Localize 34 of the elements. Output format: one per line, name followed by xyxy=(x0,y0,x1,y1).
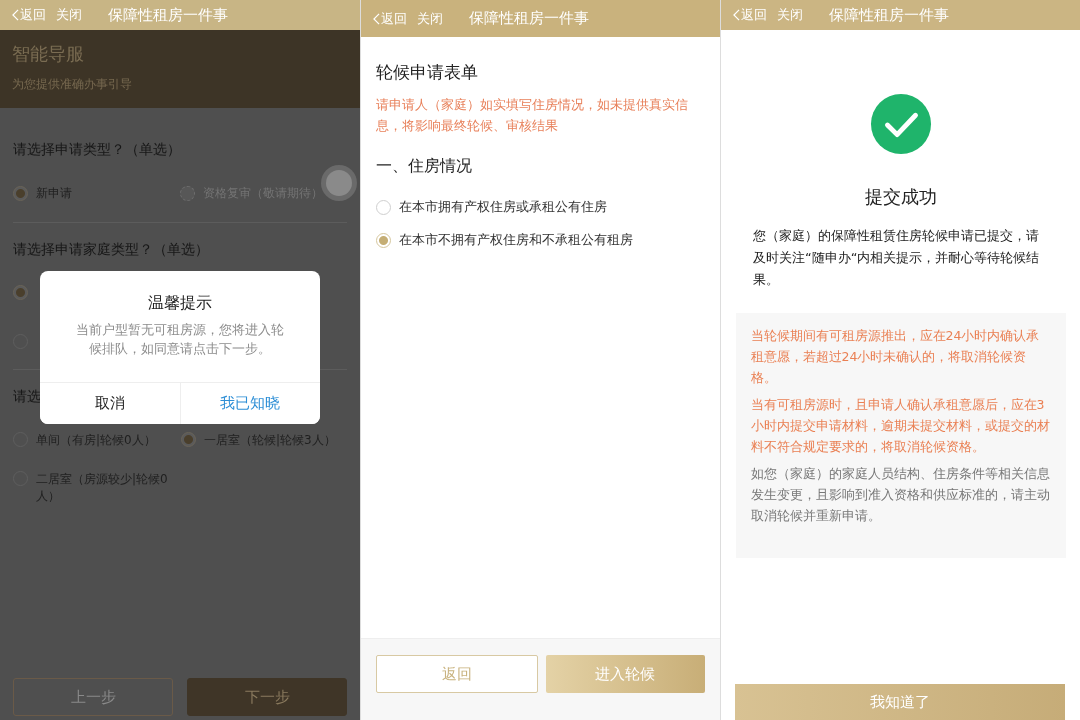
cancel-button[interactable]: 取消 xyxy=(40,383,181,424)
close-link[interactable]: 关闭 xyxy=(417,9,443,28)
note-text: 当轮候期间有可租房源推出，应在24小时内确认承租意愿，若超过24小时未确认的，将取消轮候资格。 xyxy=(750,327,1041,387)
page-title: 保障性租房一件事 xyxy=(469,9,589,28)
next-button[interactable]: 下一步 xyxy=(187,678,347,716)
dialog-title: 温馨提示 xyxy=(148,293,212,314)
back-link[interactable]: 返回 xyxy=(373,9,407,28)
close-link[interactable]: 关闭 xyxy=(777,6,803,24)
form-title: 轮候申请表单 xyxy=(376,61,479,84)
checkmark-icon xyxy=(869,93,932,155)
close-link[interactable]: 关闭 xyxy=(56,6,82,24)
banner-title: 智能导服 xyxy=(12,42,85,66)
note-text: 当有可租房源时，且申请人确认承租意愿后，应在3小时内提交申请材料，逾期未提交材料，或提交的材料不符合规定要求的，将取消轮候资格。 xyxy=(750,396,1051,456)
note-text: 如您（家庭）的家庭人员结构、住房条件等相关信息发生变更，且影响到准入资格和供应标准的，请主动取消轮候并重新申请。 xyxy=(750,465,1051,525)
acknowledge-button[interactable]: 我知道了 xyxy=(735,684,1065,720)
radio-button[interactable] xyxy=(13,285,28,300)
section-title: 一、住房情况 xyxy=(376,156,473,177)
radio-button[interactable] xyxy=(181,432,196,447)
page-title: 保障性租房一件事 xyxy=(829,5,949,25)
back-button[interactable]: 返回 xyxy=(376,655,538,693)
option-label: 在本市拥有产权住房或承租公有住房 xyxy=(399,199,607,216)
notice-text: 请申请人（家庭）如实填写住房情况，如未提供真实信息，将影响最终轮候、审核结果 xyxy=(376,96,689,135)
page-title: 保障性租房一件事 xyxy=(108,5,228,25)
dialog-message: 当前户型暂无可租房源，您将进入轮候排队，如同意请点击下一步。 xyxy=(75,321,285,358)
back-link[interactable]: 返回 xyxy=(12,6,46,24)
enter-queue-button[interactable]: 进入轮候 xyxy=(545,655,705,693)
radio-button[interactable] xyxy=(13,186,28,201)
back-link[interactable]: 返回 xyxy=(733,6,767,24)
chevron-left-icon xyxy=(733,9,740,21)
success-message: 您（家庭）的保障性租赁住房轮候申请已提交，请及时关注“随申办“内相关提示，并耐心等待轮候结果。 xyxy=(753,227,1041,289)
chevron-left-icon xyxy=(373,12,380,25)
success-title: 提交成功 xyxy=(864,185,937,209)
option-label: 在本市不拥有产权住房和不承租公有租房 xyxy=(399,232,633,249)
chevron-left-icon xyxy=(12,9,19,21)
